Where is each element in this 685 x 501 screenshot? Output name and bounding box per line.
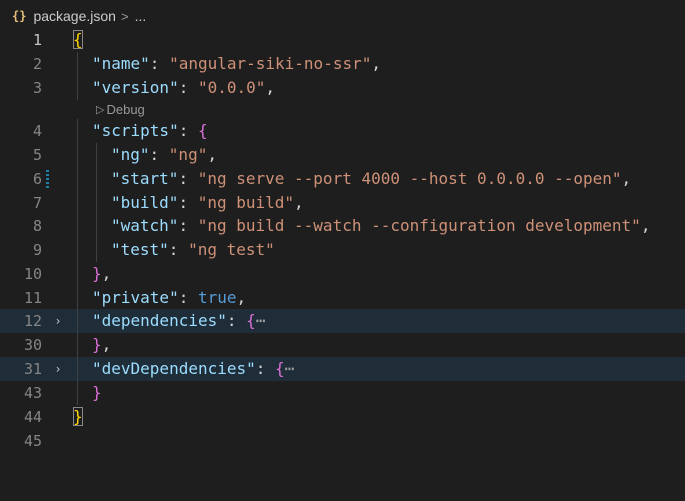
- line-number: 6: [32, 170, 42, 188]
- line-number: 10: [23, 265, 42, 283]
- line-number: 44: [23, 408, 42, 426]
- line-number: 9: [32, 241, 42, 259]
- line-number: 3: [32, 79, 42, 97]
- json-value: true: [197, 288, 237, 307]
- comma: ,: [621, 169, 632, 188]
- json-key: "dependencies": [92, 311, 227, 330]
- json-value: "0.0.0": [197, 78, 266, 97]
- code-line[interactable]: 9 "test": "ng test": [0, 238, 685, 262]
- colon: :: [255, 359, 276, 378]
- json-key: "name": [92, 54, 150, 73]
- json-key: "start": [111, 169, 179, 188]
- colon: :: [178, 169, 198, 188]
- brace-close: }: [73, 407, 83, 426]
- brace-open: {: [73, 30, 83, 49]
- debug-codelens[interactable]: ▷ Debug: [96, 99, 145, 119]
- line-number: 11: [23, 289, 42, 307]
- json-value: "ng": [168, 145, 208, 164]
- line-number: 30: [23, 336, 42, 354]
- json-key: "build": [111, 193, 179, 212]
- brace-close: }: [92, 335, 102, 354]
- comma: ,: [236, 288, 247, 307]
- comma: ,: [265, 78, 276, 97]
- colon: :: [226, 311, 247, 330]
- colon: :: [178, 216, 198, 235]
- brace-open: {: [275, 359, 285, 378]
- code-line[interactable]: 4 "scripts": {: [0, 119, 685, 143]
- json-file-icon: {}: [12, 9, 27, 23]
- comma: ,: [640, 216, 651, 235]
- json-value: "ng build": [197, 193, 295, 212]
- json-value: "ng serve --port 4000 --host 0.0.0.0 --o…: [197, 169, 622, 188]
- json-value: "angular-siki-no-ssr": [169, 54, 372, 73]
- code-line[interactable]: 30 },: [0, 333, 685, 357]
- code-line[interactable]: 44 }: [0, 405, 685, 429]
- json-key: "scripts": [92, 121, 179, 140]
- folded-ellipsis[interactable]: ⋯: [285, 359, 295, 378]
- json-value: "ng test": [188, 240, 275, 259]
- json-key: "devDependencies": [92, 359, 256, 378]
- line-number: 1: [32, 31, 42, 49]
- colon: :: [178, 193, 198, 212]
- json-key: "watch": [111, 216, 179, 235]
- json-key: "version": [92, 78, 179, 97]
- brace-open: {: [197, 121, 208, 140]
- code-line[interactable]: 2 "name": "angular-siki-no-ssr",: [0, 52, 685, 76]
- code-line[interactable]: 10 },: [0, 262, 685, 286]
- line-number: 4: [32, 122, 42, 140]
- json-key: "private": [92, 288, 179, 307]
- json-value: "ng build --watch --configuration develo…: [197, 216, 641, 235]
- colon: :: [149, 54, 170, 73]
- comma: ,: [371, 54, 381, 73]
- code-line[interactable]: 45: [0, 429, 685, 453]
- colon: :: [178, 78, 198, 97]
- code-line[interactable]: 11 "private": true,: [0, 286, 685, 310]
- comma: ,: [101, 264, 112, 283]
- line-number: 45: [23, 432, 42, 450]
- json-key: "ng": [111, 145, 150, 164]
- line-number: 12: [23, 312, 42, 330]
- debug-label: Debug: [106, 101, 145, 117]
- folded-ellipsis[interactable]: ⋯: [256, 311, 266, 330]
- fold-chevron-icon[interactable]: ›: [52, 309, 64, 333]
- line-number: 7: [32, 194, 42, 212]
- line-number: 43: [23, 384, 42, 402]
- code-line[interactable]: 6 "start": "ng serve --port 4000 --host …: [0, 167, 685, 191]
- line-number: 5: [32, 146, 42, 164]
- code-line[interactable]: 3 "version": "0.0.0",: [0, 76, 685, 100]
- colon: :: [168, 240, 189, 259]
- colon: :: [149, 145, 169, 164]
- brace-close: }: [92, 264, 102, 283]
- json-key: "test": [111, 240, 169, 259]
- comma: ,: [101, 335, 112, 354]
- brace-open: {: [246, 311, 256, 330]
- code-editor[interactable]: {} package.json > ... 1 { 2 "name": "ang…: [0, 0, 685, 454]
- code-line[interactable]: 7 "build": "ng build",: [0, 191, 685, 215]
- line-number: 31: [23, 360, 42, 378]
- chevron-right-icon: >: [120, 8, 129, 24]
- play-icon: ▷: [96, 103, 105, 116]
- code-line[interactable]: 5 "ng": "ng",: [0, 143, 685, 167]
- line-number: 8: [32, 217, 42, 235]
- comma: ,: [294, 193, 304, 212]
- comma: ,: [207, 145, 217, 164]
- colon: :: [178, 288, 198, 307]
- code-line-folded[interactable]: 31 › "devDependencies": {⋯: [0, 357, 685, 381]
- line-number: 2: [32, 55, 42, 73]
- code-line[interactable]: 8 "watch": "ng build --watch --configura…: [0, 214, 685, 238]
- modified-indicator[interactable]: [46, 170, 49, 188]
- code-line-folded[interactable]: 12 › "dependencies": {⋯: [0, 309, 685, 333]
- code-line[interactable]: 43 }: [0, 381, 685, 405]
- brace-close: }: [92, 383, 102, 402]
- breadcrumb-file[interactable]: package.json: [33, 8, 116, 24]
- colon: :: [178, 121, 198, 140]
- breadcrumb-more[interactable]: ...: [135, 8, 147, 24]
- fold-chevron-icon[interactable]: ›: [52, 357, 64, 381]
- code-line[interactable]: 1 {: [0, 28, 685, 52]
